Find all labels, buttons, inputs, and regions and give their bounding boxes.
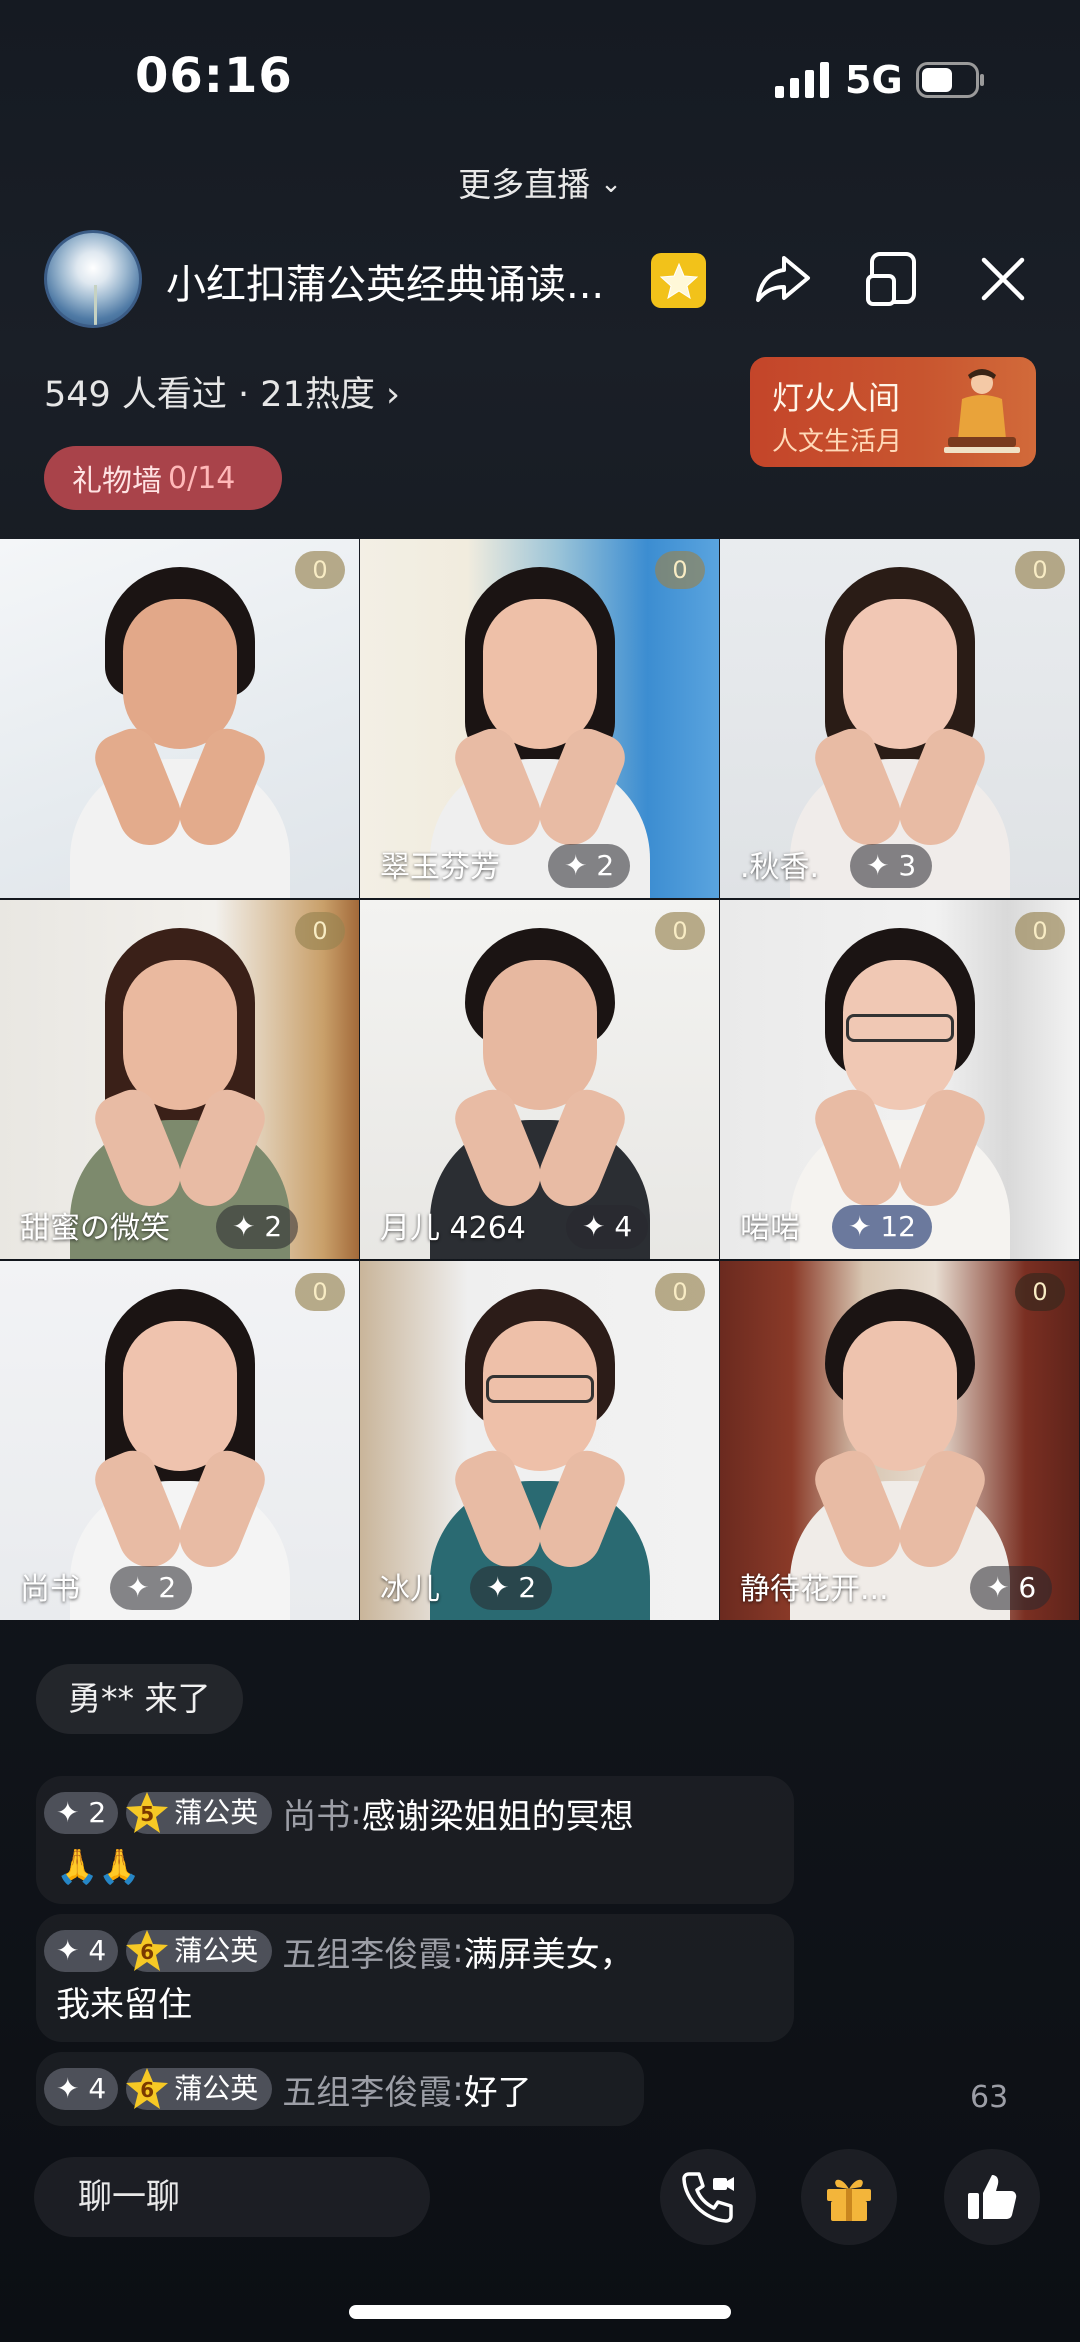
guest-tile[interactable]: 0 啱啱 ✦ 12 (720, 900, 1079, 1259)
host-avatar[interactable] (44, 230, 142, 328)
guest-grid: 0 0 翠玉芬芳 ✦ 2 0 .秋香. ✦ 3 0 甜蜜の微笑 ✦ 2 0 月儿… (0, 539, 1080, 1620)
guest-tile[interactable]: 0 尚书 ✦ 2 (0, 1261, 359, 1620)
chat-input[interactable]: 聊一聊 (34, 2157, 430, 2237)
gift-count-badge: 0 (655, 1273, 705, 1311)
fan-level: 5 (140, 1802, 155, 1826)
guest-name: 月儿 4264 (380, 1211, 526, 1246)
share-icon[interactable] (754, 252, 812, 306)
guest-score: ✦ 2 (110, 1566, 193, 1610)
guest-name: 冰儿 (380, 1572, 440, 1607)
room-stats[interactable]: 549 人看过 · 21热度 › (44, 366, 400, 417)
points-chip: ✦ 2 (44, 1792, 119, 1834)
gift-wall-label: 礼物墙 (72, 464, 162, 499)
gift-count-badge: 0 (1015, 912, 1065, 950)
online-count[interactable]: 63 (970, 2080, 1008, 2115)
thumbs-up-icon (968, 2175, 1017, 2219)
status-bar: 06:16 5G (0, 0, 1080, 150)
phone-video-icon (682, 2172, 734, 2223)
chat-username[interactable]: 五组李俊霞 (282, 1927, 452, 1976)
guest-name: 静待花开... (740, 1572, 889, 1607)
call-button[interactable] (660, 2149, 756, 2245)
guest-score: ✦ 12 (832, 1205, 932, 1249)
fan-level: 6 (140, 2078, 155, 2102)
gift-wall-button[interactable]: 礼物墙 0/14 (44, 446, 282, 510)
chat-text: 好了 (463, 2072, 532, 2113)
gift-count-badge: 0 (655, 551, 705, 589)
guest-tile[interactable]: 0 月儿 4264 ✦ 4 (360, 900, 719, 1259)
promo-figure-icon (944, 369, 1020, 453)
star-level-icon: 5 (124, 1790, 170, 1836)
more-live-label: 更多直播 (458, 165, 591, 204)
chat-message[interactable]: ✦ 2 5 蒲公英 尚书: 感谢梁姐姐的冥想 🙏🙏 (36, 1776, 794, 1904)
fan-club-name: 蒲公英 (174, 1796, 259, 1829)
fan-club-name: 蒲公英 (174, 1934, 259, 1967)
battery-icon (916, 62, 984, 98)
guest-score: ✦ 2 (216, 1205, 299, 1249)
network-type: 5G (845, 58, 903, 102)
stats-text: 549 人看过 · 21热度 (44, 375, 375, 415)
chat-text: 感谢梁姐姐的冥想 (361, 1796, 634, 1837)
signal-icon (775, 62, 829, 98)
clock: 06:16 (135, 48, 293, 104)
star-badge-icon[interactable] (651, 253, 706, 308)
guest-score: ✦ 2 (470, 1566, 553, 1610)
guest-name: 尚书 (20, 1572, 80, 1607)
fan-club-badge: 5 蒲公英 (124, 1790, 273, 1836)
guest-score: ✦ 6 (970, 1566, 1053, 1610)
guest-tile[interactable]: 0 翠玉芬芳 ✦ 2 (360, 539, 719, 898)
promo-subtitle: 人文生活月 (772, 427, 903, 457)
guest-tile[interactable]: 0 .秋香. ✦ 3 (720, 539, 1079, 898)
fan-level: 6 (140, 1940, 155, 1964)
gift-count-badge: 0 (295, 551, 345, 589)
guest-score: ✦ 4 (566, 1205, 649, 1249)
points-chip: ✦ 4 (44, 1930, 119, 1972)
chat-username[interactable]: 尚书 (282, 1789, 350, 1838)
guest-score: ✦ 3 (850, 844, 933, 888)
star-level-icon: 6 (124, 1928, 170, 1974)
fan-club-name: 蒲公英 (174, 2072, 259, 2105)
floating-window-icon[interactable] (866, 250, 918, 306)
star-level-icon: 6 (124, 2066, 170, 2112)
guest-score: ✦ 2 (548, 844, 631, 888)
guest-name: 啱啱 (740, 1211, 800, 1246)
gift-count-badge: 0 (1015, 551, 1065, 589)
guest-tile[interactable]: 0 静待花开... ✦ 6 (720, 1261, 1079, 1620)
guest-name: 翠玉芬芳 (380, 850, 500, 885)
promo-title: 灯火人间 (772, 379, 901, 417)
chat-text: 满屏美女， (463, 1934, 634, 1975)
gift-count-badge: 0 (655, 912, 705, 950)
chat-text-continued: 我来留住 (56, 1985, 192, 2025)
chat-message[interactable]: ✦ 4 6 蒲公英 五组李俊霞: 好了 (36, 2052, 644, 2126)
promo-banner[interactable]: 灯火人间 人文生活月 (750, 357, 1036, 467)
points-chip: ✦ 4 (44, 2068, 119, 2110)
guest-tile[interactable]: 0 冰儿 ✦ 2 (360, 1261, 719, 1620)
guest-video (69, 559, 290, 898)
more-live-button[interactable]: 更多直播 ⌄ (0, 158, 1080, 206)
gift-count-badge: 0 (1015, 1273, 1065, 1311)
gift-wall-count: 0/14 (168, 460, 236, 496)
guest-tile[interactable]: 0 (0, 539, 359, 898)
chat-username[interactable]: 五组李俊霞 (282, 2065, 452, 2114)
fan-club-badge: 6 蒲公英 (124, 1928, 273, 1974)
gift-count-badge: 0 (295, 1273, 345, 1311)
chat-message[interactable]: ✦ 4 6 蒲公英 五组李俊霞: 满屏美女， 我来留住 (36, 1914, 794, 2042)
guest-tile[interactable]: 0 甜蜜の微笑 ✦ 2 (0, 900, 359, 1259)
room-title[interactable]: 小红扣蒲公英经典诵读... (166, 252, 604, 310)
close-icon[interactable] (980, 256, 1026, 302)
gift-count-badge: 0 (295, 912, 345, 950)
gift-button[interactable] (801, 2149, 897, 2245)
home-indicator[interactable] (349, 2305, 731, 2319)
guest-name: .秋香. (740, 850, 820, 885)
guest-name: 甜蜜の微笑 (20, 1211, 170, 1246)
chat-text-continued: 🙏🙏 (56, 1847, 141, 1887)
fan-club-badge: 6 蒲公英 (124, 2066, 273, 2112)
chevron-down-icon: ⌄ (600, 169, 622, 199)
join-notice: 勇** 来了 (36, 1664, 243, 1734)
gift-icon (827, 2179, 871, 2221)
like-button[interactable] (944, 2149, 1040, 2245)
chevron-right-icon: › (374, 375, 400, 415)
